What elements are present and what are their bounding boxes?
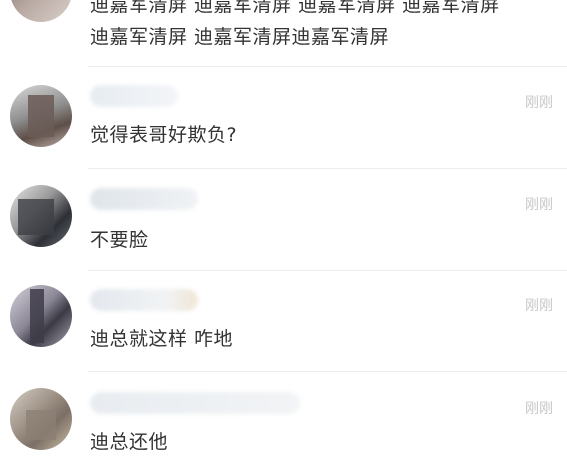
comment-item[interactable]: 刚刚 迪总就这样 咋地 [0,271,567,372]
username-blurred[interactable] [90,85,178,107]
comment-text: 迪总还他 [90,431,169,453]
comment-text: 不要脸 [90,229,149,251]
comment-text-line-2: 迪嘉军清屏 迪嘉军清屏迪嘉军清屏 [90,26,390,48]
comment-item[interactable]: 迪嘉军清屏 迪嘉军清屏 迪嘉军清屏 迪嘉军清屏 迪嘉军清屏 迪嘉军清屏迪嘉军清屏 [0,0,567,67]
avatar-mosaic [30,289,44,343]
comment-item[interactable]: 刚刚 不要脸 [0,170,567,271]
avatar[interactable] [10,185,72,247]
comment-feed: 迪嘉军清屏 迪嘉军清屏 迪嘉军清屏 迪嘉军清屏 迪嘉军清屏 迪嘉军清屏迪嘉军清屏… [0,0,567,469]
avatar[interactable] [10,388,72,450]
avatar-mosaic [28,95,54,137]
timestamp: 刚刚 [525,95,553,111]
avatar[interactable] [10,285,72,347]
comment-item[interactable]: 刚刚 迪总还他 [0,372,567,469]
comment-text-line-1: 迪嘉军清屏 迪嘉军清屏 迪嘉军清屏 迪嘉军清屏 [90,0,500,16]
username-blurred[interactable] [90,392,300,414]
avatar-mosaic [26,410,56,440]
avatar-mosaic [18,199,54,235]
divider [88,168,567,169]
timestamp: 刚刚 [525,298,553,314]
comment-item[interactable]: 刚刚 觉得表哥好欺负? [0,67,567,170]
username-blurred[interactable] [90,188,198,210]
timestamp: 刚刚 [525,197,553,213]
comment-text: 觉得表哥好欺负? [90,124,238,146]
avatar[interactable] [10,85,72,147]
comment-text: 迪总就这样 咋地 [90,328,234,350]
username-blurred[interactable] [90,289,198,311]
avatar[interactable] [10,0,72,22]
timestamp: 刚刚 [525,401,553,417]
